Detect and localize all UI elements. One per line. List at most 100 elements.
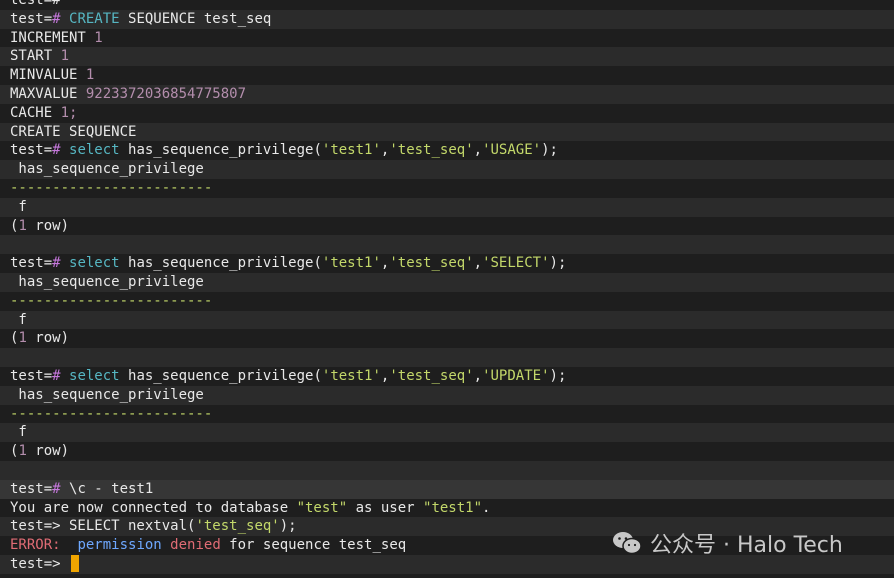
terminal-text-segment: test= [10,255,53,272]
terminal-text-segment: 'test1' [321,367,381,384]
terminal-text-segment: "test1" [423,499,483,516]
terminal-text-segment: ); [541,142,558,159]
terminal-text-segment: 1 [18,217,27,234]
terminal-line: (1 row) [0,442,894,461]
wechat-icon [612,530,642,556]
terminal-line: You are now connected to database "test"… [0,499,894,518]
terminal-cursor [71,555,80,573]
terminal-text-segment: row) [26,443,70,460]
terminal-text-segment: 'USAGE' [482,142,542,159]
terminal-text-segment: test=> SELECT nextval( [10,518,196,535]
terminal-text-segment: test= [10,480,53,497]
terminal-line: test=# select has_sequence_privilege('te… [0,254,894,273]
terminal-text-segment: MAXVALUE [10,85,86,102]
terminal-text-segment: ------------------------ [10,292,213,309]
terminal-text-segment: # [52,142,70,159]
terminal-text-segment: 'test1' [321,142,381,159]
terminal-text-segment: 'UPDATE' [482,367,550,384]
terminal-text-segment: as user [347,499,424,516]
terminal-text-segment: has_sequence_privilege( [119,367,322,384]
terminal-text-segment: . [482,499,491,516]
terminal-line: test=# CREATE SEQUENCE test_seq [0,9,894,29]
terminal-text-segment: 1 [94,29,103,46]
terminal-text-segment: test= [10,10,53,27]
terminal-text-segment: 'test_seq' [389,142,474,159]
terminal-line: has_sequence_privilege [0,385,894,405]
terminal-line: INCREMENT 1 [0,29,894,48]
terminal-line: START 1 [0,47,894,67]
terminal-text-segment: f [10,424,27,441]
terminal-line [0,348,894,367]
terminal-text-segment: CREATE [69,10,120,27]
terminal-text-segment: has_sequence_privilege( [119,255,322,272]
terminal-text-segment: f [10,198,27,215]
terminal-text-segment: MINVALUE [10,67,86,84]
terminal-line: test=# select has_sequence_privilege('te… [0,141,894,160]
terminal-line: has_sequence_privilege [0,160,894,179]
terminal-text-segment: select [69,255,120,272]
terminal-text-segment: f [10,311,27,328]
terminal-line: (1 row) [0,217,894,236]
terminal-text-segment: 'test1' [321,255,381,272]
terminal-line: test=# select has_sequence_privilege('te… [0,367,894,386]
terminal-text-segment: # [52,480,70,497]
terminal-text-segment: test= [10,142,53,159]
terminal-text-segment: denied [170,537,221,554]
terminal-line: test=# [0,0,894,10]
terminal-line: ------------------------ [0,179,894,198]
terminal-text-segment: # [52,367,70,384]
terminal-text-segment: , [473,142,483,159]
terminal-text-segment: ); [549,255,567,272]
terminal-text-segment: 1 [60,48,70,65]
terminal-text-segment: # [52,10,70,27]
terminal-text-segment: 'test_seq' [195,518,280,535]
watermark-text: 公众号 · Halo Tech [650,533,843,558]
terminal-text-segment: row) [26,330,70,347]
terminal-line: ------------------------ [0,292,894,311]
terminal-text-segment: ------------------------ [10,405,213,422]
terminal-line: f [0,310,894,330]
terminal-line: (1 row) [0,329,894,348]
terminal-line: CREATE SEQUENCE [0,122,894,142]
terminal-text-segment: select [69,367,120,384]
watermark: 公众号 · Halo Tech [612,526,843,560]
terminal-text-segment: has_sequence_privilege [10,273,204,290]
terminal-text-segment: has_sequence_privilege [10,161,204,178]
terminal-line: CACHE 1; [0,104,894,123]
terminal-text-segment: ); [279,518,297,535]
terminal-text-segment: 1 [18,330,27,347]
terminal-text-segment: , [473,255,483,272]
terminal-line: f [0,197,894,217]
terminal-text-segment: ------------------------ [10,179,213,196]
terminal-line: has_sequence_privilege [0,272,894,292]
terminal-text-segment: row) [26,217,70,234]
terminal-text-segment: 1; [60,104,78,121]
terminal-text-segment: 1 [18,443,27,460]
terminal-line: f [0,423,894,443]
terminal-line: ------------------------ [0,405,894,424]
terminal-text-segment: 'SELECT' [482,255,550,272]
terminal-text-segment: CACHE [10,104,61,121]
terminal-line [0,235,894,255]
terminal-text-segment: has_sequence_privilege( [119,142,322,159]
terminal-text-segment: ); [549,367,567,384]
terminal-text-segment: , [473,367,483,384]
terminal-text-segment: test=> [10,555,70,572]
terminal-line: MINVALUE 1 [0,66,894,85]
terminal-text-segment: \c - test1 [69,480,154,497]
terminal-text-segment: permission [77,537,162,554]
terminal-output[interactable]: test=# test=# CREATE SEQUENCE test_seq INC… [0,0,894,574]
terminal-text-segment: 1 [85,67,95,84]
terminal-line: MAXVALUE 9223372036854775807 [0,84,894,104]
terminal-text-segment: ERROR: [10,537,61,554]
terminal-text-segment: 9223372036854775807 [85,85,247,102]
terminal-text-segment: has_sequence_privilege [10,386,204,403]
terminal-text-segment: You are now connected to database [10,499,297,516]
terminal-text-segment: test= [10,367,53,384]
terminal-line [0,460,894,480]
terminal-line: test=# \c - test1 [0,479,894,499]
terminal-text-segment: START [10,48,61,65]
terminal-text-segment: "test" [296,499,348,516]
